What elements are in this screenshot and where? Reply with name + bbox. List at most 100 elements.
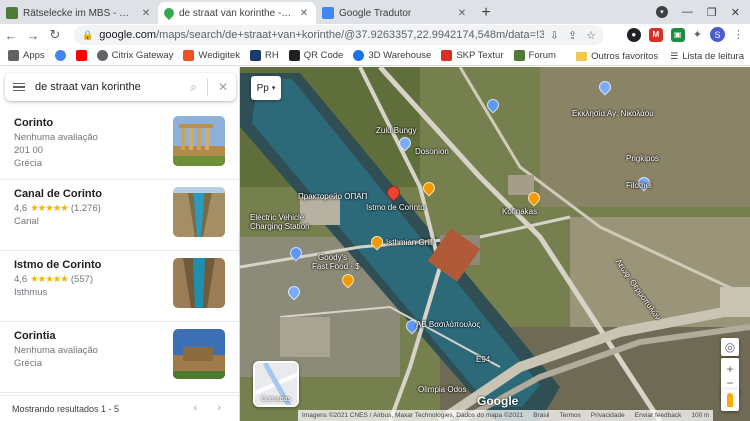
map-label[interactable]: Filothei (626, 181, 652, 190)
tab-title: Google Tradutor (339, 7, 412, 19)
pager: ‹ › (194, 402, 221, 414)
zoom-out-button[interactable]: − (726, 376, 733, 390)
bookmark-apps[interactable]: Apps (8, 50, 45, 61)
folder-icon (576, 51, 588, 61)
map-label[interactable]: Практорейо ОПАП (298, 192, 367, 201)
rh-star-icon (249, 50, 261, 61)
map-label[interactable]: Istmo de Corinto (366, 203, 425, 212)
install-icon[interactable]: ⇩ (550, 29, 559, 42)
next-page-chevron-icon[interactable]: › (217, 402, 221, 414)
gmail-extension-icon[interactable]: M (648, 27, 663, 42)
tab-search-icon[interactable]: ▾ (655, 6, 668, 18)
map-label[interactable]: E94 (476, 355, 490, 364)
maps-pin-favicon-icon (161, 5, 177, 21)
results-footer: Mostrando resultados 1 - 5 ‹ › (0, 395, 239, 421)
divider (206, 78, 208, 96)
scale-bar[interactable]: 100 m (691, 412, 709, 419)
map-imagery (240, 67, 750, 421)
map-label[interactable]: Εκκλησία Αγ. Νικολάου (572, 109, 654, 118)
extension-green-icon[interactable]: ▣ (670, 27, 685, 42)
result-photo-corinto[interactable] (173, 116, 225, 166)
bookmark-youtube[interactable] (75, 50, 87, 61)
map-label[interactable]: Charging Station (250, 222, 310, 231)
bookmark-wedigitek[interactable]: Wedigitek (183, 50, 240, 61)
forward-arrow-icon[interactable]: → (22, 28, 44, 43)
map-label[interactable]: Fast Food · $ (312, 262, 360, 271)
map-label[interactable]: ΑΒ Βασιλόπουλος (416, 320, 480, 329)
result-photo-istmo[interactable] (173, 258, 225, 308)
tab-google-maps[interactable]: de straat van korinthe - Google M ✕ (158, 2, 316, 24)
lock-icon[interactable]: 🔒 (82, 30, 93, 41)
tab-title: Rätselecke im MBS - Seite 27 - Al (23, 7, 135, 19)
street-view-pegman-icon[interactable] (721, 389, 739, 411)
bookmarks-bar: Apps Citrix Gateway Wedigitek RH QR Code… (0, 46, 750, 66)
bookmark-3d-warehouse[interactable]: 3D Warehouse (353, 50, 431, 61)
map-label[interactable]: Goody's (318, 253, 347, 262)
region-link[interactable]: Brasil (533, 412, 549, 419)
tab-ratselecke[interactable]: Rätselecke im MBS - Seite 27 - Al ✕ (0, 2, 158, 24)
reading-list[interactable]: ☰ Lista de leitura (670, 51, 744, 62)
satellite-map[interactable]: Pр ▾ Zulu Bungy Dosonion Istmo de Corinto… (240, 67, 750, 421)
result-photo-corintia[interactable] (173, 329, 225, 379)
extensions-area: ● M ▣ ✦ S ⋮ (626, 27, 744, 42)
map-layer-chip[interactable]: Pр ▾ (251, 76, 281, 100)
share-icon[interactable]: ⇪ (568, 29, 577, 42)
menu-hamburger-icon[interactable] (13, 82, 25, 92)
search-input[interactable] (35, 81, 181, 93)
translate-favicon-icon (322, 7, 334, 19)
skp-textur-icon (441, 50, 453, 61)
list-item[interactable]: Corinto Nenhuma avaliação 201 00 Grécia (0, 109, 239, 180)
bookmark-qr-code[interactable]: QR Code (288, 50, 343, 61)
tab-title: de straat van korinthe - Google M (179, 7, 293, 19)
puzzle-extensions-icon[interactable]: ✦ (693, 28, 702, 41)
address-bar[interactable]: 🔒 google.com/maps/search/de+straat+van+k… (74, 25, 604, 45)
layers-toggle-button[interactable]: Camadas (253, 361, 299, 407)
map-label[interactable]: Kofinakas (502, 207, 537, 216)
clear-search-icon[interactable]: ✕ (218, 80, 228, 94)
menu-kebab-icon[interactable]: ⋮ (733, 28, 744, 41)
terms-link[interactable]: Termos (559, 412, 580, 419)
map-label[interactable]: Electric Vehicle (250, 213, 304, 222)
restore-icon[interactable]: ❐ (707, 6, 717, 19)
list-item[interactable]: Istmo de Corinto 4,6 ★★★★★ (557) Isthmus (0, 251, 239, 322)
map-label[interactable]: Prigkipos (626, 154, 659, 163)
bookmark-citrix[interactable]: Citrix Gateway (96, 50, 173, 61)
extension-circle-icon[interactable]: ● (626, 27, 641, 42)
minimize-icon[interactable]: — (682, 6, 693, 18)
bookmark-forum[interactable]: Forum (513, 50, 556, 61)
list-item[interactable]: Canal de Corinto 4,6 ★★★★★ (1.276) Canal (0, 180, 239, 251)
maps-search-box: ⌕ ✕ (5, 73, 236, 101)
map-label[interactable]: Dosonion (415, 147, 449, 156)
back-arrow-icon[interactable]: ← (0, 28, 22, 43)
google-g-icon (54, 50, 66, 61)
close-tab-icon[interactable]: ✕ (140, 8, 152, 19)
zoom-in-button[interactable]: + (726, 362, 733, 376)
my-location-button[interactable]: ◎ (721, 338, 739, 356)
privacy-link[interactable]: Privacidade (591, 412, 625, 419)
bookmark-rh[interactable]: RH (249, 50, 279, 61)
reload-icon[interactable]: ↻ (44, 27, 66, 43)
close-tab-icon[interactable]: ✕ (298, 8, 310, 19)
feedback-link[interactable]: Enviar feedback (635, 412, 682, 419)
map-label[interactable]: Zulu Bungy (376, 126, 416, 135)
bookmark-google[interactable] (54, 50, 66, 61)
wedigitek-icon (183, 50, 195, 61)
tab-google-tradutor[interactable]: Google Tradutor ✕ (316, 2, 474, 24)
close-window-icon[interactable]: ✕ (731, 6, 740, 19)
list-item[interactable]: Corintia Nenhuma avaliação Grécia (0, 322, 239, 393)
map-label[interactable]: Olimpia Odos (418, 385, 466, 394)
search-icon[interactable]: ⌕ (190, 80, 197, 95)
url-text: google.com/maps/search/de+straat+van+kor… (99, 29, 544, 41)
previous-page-chevron-icon[interactable]: ‹ (194, 402, 198, 414)
star-bookmark-icon[interactable]: ☆ (586, 29, 596, 42)
close-tab-icon[interactable]: ✕ (456, 8, 468, 19)
profile-avatar[interactable]: S (710, 27, 725, 42)
bookmark-skp-textur[interactable]: SKP Textur (441, 50, 504, 61)
browser-toolbar: ← → ↻ 🔒 google.com/maps/search/de+straat… (0, 24, 750, 46)
new-tab-button[interactable]: + (474, 2, 498, 24)
result-photo-canal[interactable] (173, 187, 225, 237)
results-panel: ⌕ ✕ Corinto Nenhuma avaliação 201 00 Gré… (0, 67, 240, 421)
bookmark-other-favorites[interactable]: Outros favoritos (576, 51, 658, 62)
star-rating-icon: ★★★★★ (30, 203, 69, 214)
map-label[interactable]: Isthmian Grill (386, 238, 433, 247)
